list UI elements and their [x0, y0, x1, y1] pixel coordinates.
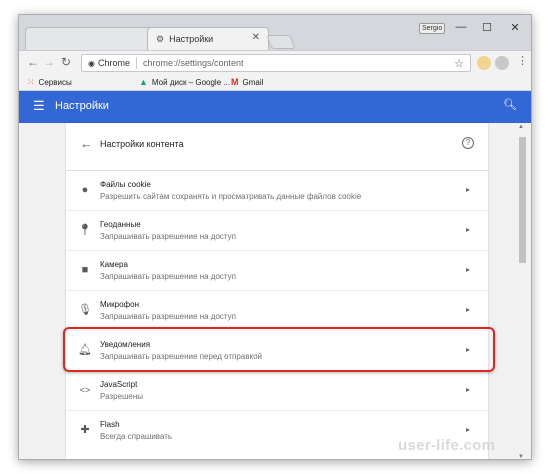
microphone-icon: 🎙︎ — [78, 304, 92, 316]
watermark: user-life.com — [398, 437, 496, 454]
back-arrow-icon[interactable]: ← — [80, 136, 93, 151]
row-title: Камера — [100, 260, 128, 269]
scrollbar-thumb[interactable] — [519, 137, 526, 263]
highlight-box — [63, 327, 495, 372]
row-subtitle: Запрашивать разрешение на доступ — [100, 312, 236, 321]
maximize-icon[interactable]: ☐ — [477, 21, 497, 34]
tab-label: Настройки — [169, 34, 214, 44]
content-settings-card: ← Настройки контента ? ● Файлы cookie Ра… — [66, 123, 488, 459]
row-title: Flash — [100, 420, 120, 429]
settings-content: ← Настройки контента ? ● Файлы cookie Ра… — [19, 123, 531, 459]
minimize-icon[interactable]: — — [451, 21, 471, 33]
back-arrow-icon[interactable]: ← — [27, 55, 39, 69]
chrome-icon: ◉ — [88, 58, 95, 68]
url-text: chrome://settings/content — [143, 58, 244, 68]
browser-window: ✕ ⚙ Настройки ✕ Sergio — ☐ ✕ ← → ↻ ◉ Chr… — [18, 14, 532, 460]
code-icon: <> — [79, 385, 91, 395]
close-icon[interactable]: ✕ — [252, 32, 260, 43]
setting-row-camera[interactable]: ■ Камера Запрашивать разрешение на досту… — [66, 251, 488, 291]
apps-grid-icon: ⁙ — [27, 77, 35, 87]
row-subtitle: Разрешены — [100, 392, 144, 401]
gear-icon: ⚙ — [156, 33, 165, 44]
forward-arrow-icon[interactable]: → — [43, 55, 55, 69]
bookmark-gmail[interactable]: M Gmail — [231, 77, 263, 87]
close-window-icon[interactable]: ✕ — [505, 21, 525, 34]
bookmark-services[interactable]: ⁙ Сервисы — [27, 77, 72, 88]
extension-icon[interactable] — [495, 56, 509, 70]
setting-row-location[interactable]: 📍︎ Геоданные Запрашивать разрешение на д… — [66, 211, 488, 251]
bookmark-label: Сервисы — [38, 78, 72, 87]
chevron-right-icon: ▸ — [465, 425, 470, 434]
scroll-down-icon[interactable]: ▼ — [518, 454, 524, 459]
bookmark-label: Мой диск – Google ... — [151, 77, 231, 87]
chevron-right-icon: ▸ — [465, 385, 470, 394]
help-icon[interactable]: ? — [462, 137, 474, 149]
row-subtitle: Разрешить сайтам сохранять и просматрива… — [100, 192, 362, 201]
page-title: Настройки контента — [100, 139, 184, 149]
menu-dots-icon[interactable]: ⋮ — [517, 54, 528, 67]
card-header: ← Настройки контента ? — [66, 123, 488, 171]
toolbar: ← → ↻ ◉ Chrome chrome://settings/content… — [19, 50, 531, 74]
row-title: Микрофон — [100, 300, 139, 309]
reload-icon[interactable]: ↻ — [61, 55, 71, 69]
extension-icon[interactable] — [477, 56, 491, 70]
profile-button[interactable]: Sergio — [419, 23, 446, 34]
location-icon: 📍︎ — [78, 224, 92, 236]
tab-settings[interactable]: ⚙ Настройки ✕ — [147, 27, 269, 50]
gmail-icon: M — [231, 77, 239, 87]
appbar-title: Настройки — [55, 100, 109, 112]
row-subtitle: Запрашивать разрешение на доступ — [100, 272, 236, 281]
row-subtitle: Запрашивать разрешение на доступ — [100, 232, 236, 241]
scroll-up-icon[interactable]: ▲ — [518, 124, 524, 130]
setting-row-microphone[interactable]: 🎙︎ Микрофон Запрашивать разрешение на до… — [66, 291, 488, 331]
cookie-icon: ● — [81, 184, 89, 196]
puzzle-icon: ✚ — [80, 424, 90, 436]
star-icon[interactable]: ☆ — [454, 57, 464, 70]
title-bar: ✕ ⚙ Настройки ✕ Sergio — ☐ ✕ — [19, 15, 531, 51]
setting-row-javascript[interactable]: <> JavaScript Разрешены ▸ — [66, 371, 488, 411]
search-icon[interactable]: 🔍︎ — [503, 98, 517, 111]
chevron-right-icon: ▸ — [465, 305, 470, 314]
scrollbar[interactable]: ▲ ▼ — [517, 123, 527, 459]
camera-icon: ■ — [81, 264, 89, 276]
chevron-right-icon: ▸ — [465, 225, 470, 234]
row-title: Геоданные — [100, 220, 141, 229]
bookmark-label: Gmail — [242, 77, 264, 87]
setting-row-cookies[interactable]: ● Файлы cookie Разрешить сайтам сохранят… — [66, 171, 488, 211]
chevron-right-icon: ▸ — [465, 265, 470, 274]
chevron-right-icon: ▸ — [465, 185, 470, 194]
site-chip-label: Chrome — [97, 58, 130, 68]
drive-icon: ▲ — [139, 77, 148, 87]
bookmarks-bar: ⁙ Сервисы ▲ Мой диск – Google ... M Gmai… — [19, 74, 531, 91]
settings-appbar: ☰ Настройки 🔍︎ — [19, 91, 531, 123]
row-title: JavaScript — [100, 380, 138, 389]
row-title: Файлы cookie — [100, 180, 151, 189]
hamburger-menu-icon[interactable]: ☰ — [33, 98, 45, 114]
site-chip[interactable]: ◉ Chrome — [82, 57, 137, 69]
row-subtitle: Всегда спрашивать — [100, 432, 173, 441]
new-tab-button[interactable] — [266, 35, 296, 49]
address-bar[interactable]: ◉ Chrome chrome://settings/content ☆ — [81, 54, 471, 72]
bookmark-drive[interactable]: ▲ Мой диск – Google ... — [139, 77, 230, 87]
